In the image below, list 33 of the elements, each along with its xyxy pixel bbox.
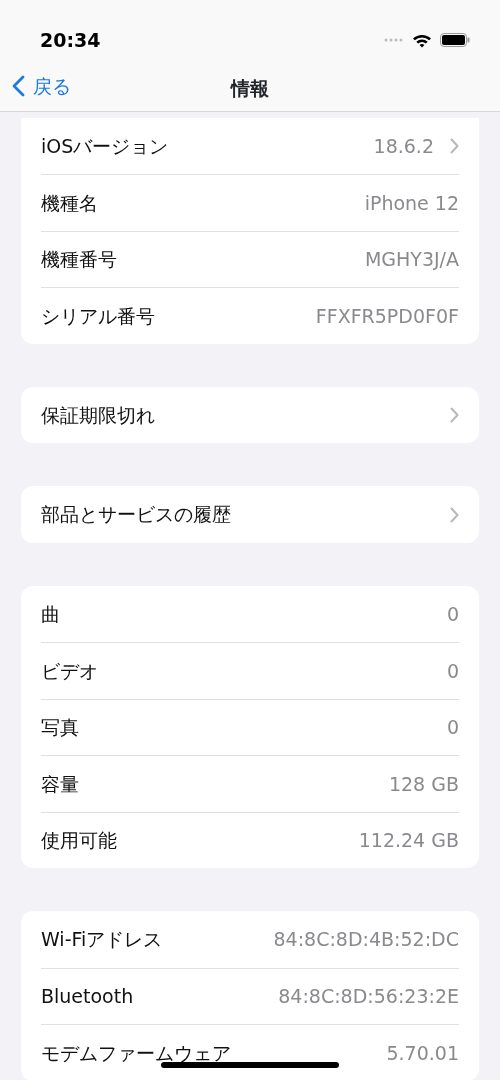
row-value: MGHY3J/A (364, 247, 459, 273)
row-value: 0 (446, 658, 459, 684)
back-button[interactable]: 戻る (0, 71, 77, 102)
row-label: 保証期限切れ (41, 402, 155, 428)
row-value: 18.6.2 (373, 133, 434, 159)
battery-icon (440, 33, 470, 47)
row-value: 112.24 GB (358, 828, 459, 854)
row-value: 84:8C:8D:56:23:2E (278, 984, 459, 1010)
row-value: 0 (446, 601, 459, 627)
row-label: 機種番号 (41, 247, 117, 273)
row-value: 5.70.01 (386, 1040, 459, 1066)
row-label: ビデオ (41, 658, 98, 684)
row-label: 容量 (41, 771, 79, 797)
row-value: 128 GB (388, 771, 459, 797)
row-label: シリアル番号 (41, 303, 155, 329)
row-value: 84:8C:8D:4B:52:DC (273, 927, 459, 953)
row-label: Wi-Fiアドレス (41, 927, 163, 953)
page-title: 情報 (231, 76, 269, 101)
row-label: 曲 (41, 601, 60, 627)
row-value: 0 (446, 715, 459, 741)
row-value: FFXFR5PD0F0F (315, 303, 459, 329)
back-chevron-icon (12, 75, 25, 98)
row-value: iPhone 12 (364, 190, 459, 216)
wifi-icon (412, 32, 432, 48)
row-label: 部品とサービスの履歴 (41, 502, 231, 528)
signal-icon (384, 38, 404, 42)
row-label: iOSバージョン (41, 133, 169, 159)
row-label: 写真 (41, 715, 79, 741)
row-label: 機種名 (41, 190, 98, 216)
row-label: モデムファームウェア (41, 1040, 231, 1066)
row-label: 使用可能 (41, 828, 117, 854)
row-label: Bluetooth (41, 984, 134, 1010)
status-time: 20:34 (40, 27, 101, 53)
